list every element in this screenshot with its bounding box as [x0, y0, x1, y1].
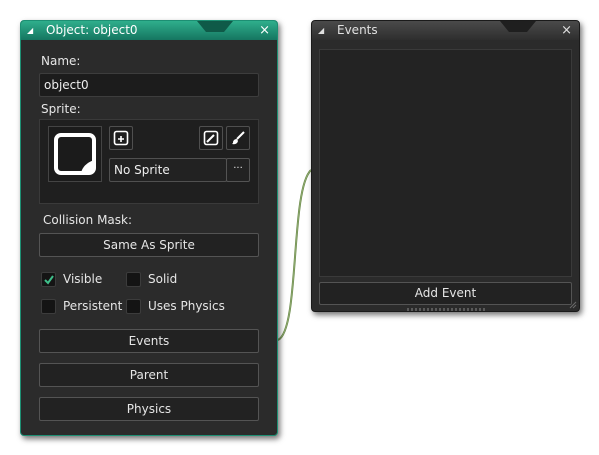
uses-physics-label: Uses Physics: [148, 299, 225, 313]
resize-grip-icon[interactable]: [569, 301, 577, 309]
persistent-checkbox-row[interactable]: Persistent: [41, 299, 131, 315]
object-window-title: Object: object0: [46, 23, 138, 37]
object-window: ◢ Object: object0 × Name: object0 Sprite…: [20, 20, 278, 436]
collision-mask-label: Collision Mask:: [43, 213, 133, 227]
add-event-button[interactable]: Add Event: [319, 282, 572, 305]
events-window-titlebar[interactable]: ◢ Events ×: [312, 21, 579, 40]
uses-physics-checkbox[interactable]: [126, 299, 141, 314]
name-label: Name:: [41, 54, 81, 68]
physics-button[interactable]: Physics: [39, 397, 259, 421]
checkmark-icon: [44, 275, 54, 285]
name-field[interactable]: object0: [39, 73, 259, 97]
edit-image-button[interactable]: [199, 126, 223, 150]
parent-button[interactable]: Parent: [39, 363, 259, 387]
visible-label: Visible: [63, 272, 103, 286]
paint-brush-button[interactable]: [226, 126, 250, 150]
sprite-preview[interactable]: [48, 126, 102, 182]
sprite-panel: No Sprite ···: [39, 119, 259, 204]
collapse-icon[interactable]: ◢: [318, 21, 324, 40]
events-list[interactable]: [319, 49, 572, 277]
titlebar-notch: [197, 21, 233, 32]
new-sprite-icon: [113, 130, 129, 146]
close-icon[interactable]: ×: [561, 21, 572, 40]
visible-checkbox[interactable]: [41, 272, 56, 287]
solid-label: Solid: [148, 272, 178, 286]
uses-physics-checkbox-row[interactable]: Uses Physics: [126, 299, 236, 315]
solid-checkbox[interactable]: [126, 272, 141, 287]
events-window: ◢ Events × Add Event: [311, 20, 580, 312]
collision-mask-dropdown[interactable]: Same As Sprite: [39, 233, 259, 257]
persistent-label: Persistent: [63, 299, 123, 313]
paint-brush-icon: [232, 131, 245, 145]
events-window-title: Events: [337, 23, 378, 37]
visible-checkbox-row[interactable]: Visible: [41, 272, 131, 288]
object-window-titlebar[interactable]: ◢ Object: object0 ×: [21, 21, 277, 40]
titlebar-notch: [500, 21, 536, 32]
events-button[interactable]: Events: [39, 329, 259, 353]
resize-grip-bottom[interactable]: [407, 308, 487, 311]
collapse-icon[interactable]: ◢: [27, 21, 33, 40]
persistent-checkbox[interactable]: [41, 299, 56, 314]
sprite-browse-button[interactable]: ···: [226, 158, 250, 182]
solid-checkbox-row[interactable]: Solid: [126, 272, 216, 288]
sprite-label: Sprite:: [41, 102, 81, 116]
close-icon[interactable]: ×: [259, 21, 270, 40]
sprite-select[interactable]: No Sprite: [109, 158, 227, 182]
sprite-preview-icon: [54, 133, 96, 175]
new-sprite-button[interactable]: [109, 126, 133, 150]
edit-image-icon: [203, 130, 219, 146]
